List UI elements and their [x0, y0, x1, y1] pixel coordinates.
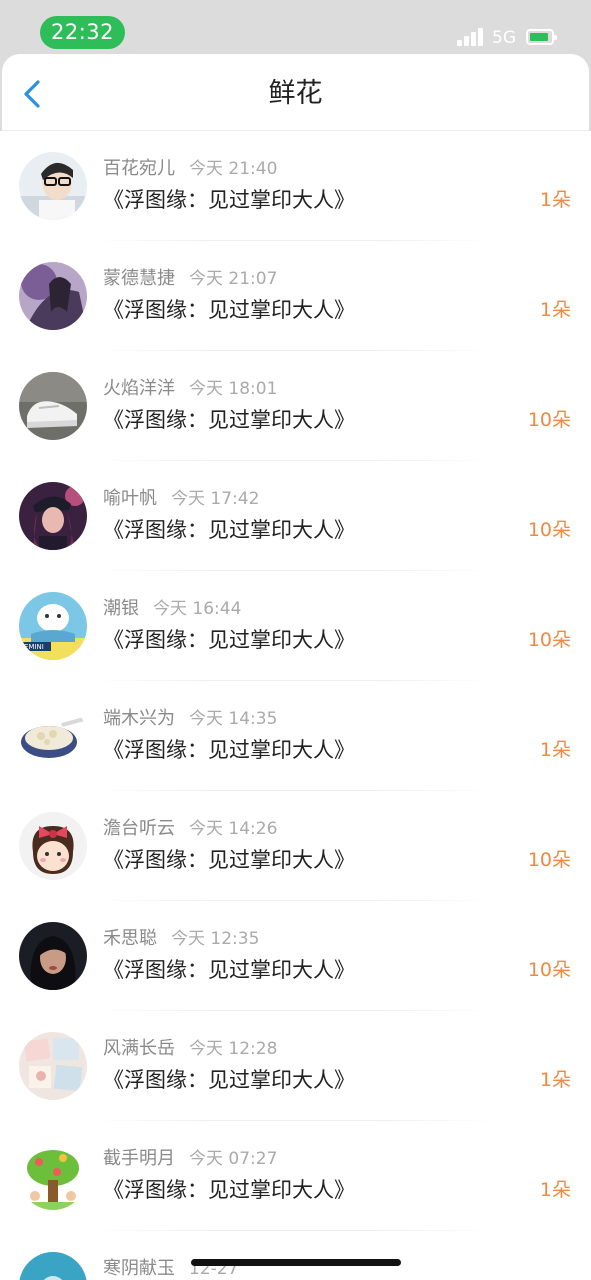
- photos-collage-avatar-icon[interactable]: [19, 1032, 87, 1100]
- list-item[interactable]: 寒阴献玉 12-27: [0, 1231, 591, 1280]
- status-time: 22:32: [40, 16, 125, 49]
- signal-icon: [457, 28, 485, 46]
- flower-amount: 1朵: [539, 299, 571, 321]
- navigation-bar: 鲜花: [2, 54, 589, 131]
- gemini-cartoon-avatar-icon[interactable]: EMINI: [19, 592, 87, 660]
- list-item[interactable]: 蒙德慧捷 今天 21:07 《浮图缘：见过掌印大人》 1朵: [0, 241, 591, 351]
- flower-amount: 1朵: [539, 739, 571, 761]
- list-item[interactable]: 火焰洋洋 今天 18:01 《浮图缘：见过掌印大人》 10朵: [0, 351, 591, 461]
- food-bowl-avatar-icon[interactable]: [19, 702, 87, 770]
- flower-amount: 10朵: [527, 519, 571, 541]
- timestamp: 今天 16:44: [153, 599, 242, 619]
- man-glasses-avatar-icon[interactable]: [19, 152, 87, 220]
- user-name[interactable]: 风满长岳 今天 12:28: [103, 1037, 277, 1061]
- list-item[interactable]: 澹台听云 今天 14:26 《浮图缘：见过掌印大人》 10朵: [0, 791, 591, 901]
- book-title: 《浮图缘：见过掌印大人》: [103, 188, 355, 212]
- book-title: 《浮图缘：见过掌印大人》: [103, 518, 355, 542]
- network-label: 5G: [492, 28, 516, 48]
- book-title: 《浮图缘：见过掌印大人》: [103, 1178, 355, 1202]
- flower-amount: 1朵: [539, 1069, 571, 1091]
- flower-amount: 10朵: [527, 409, 571, 431]
- timestamp: 今天 17:42: [171, 489, 260, 509]
- flower-amount: 10朵: [527, 959, 571, 981]
- list-item[interactable]: EMINI 潮银 今天 16:44 《浮图缘：见过掌印大人》 10朵: [0, 571, 591, 681]
- flower-amount: 1朵: [539, 1179, 571, 1201]
- teal-avatar-icon[interactable]: [19, 1252, 87, 1280]
- timestamp: 今天 14:35: [189, 709, 278, 729]
- user-name[interactable]: 澹台听云 今天 14:26: [103, 817, 277, 841]
- user-name[interactable]: 潮银 今天 16:44: [103, 597, 241, 621]
- list-item[interactable]: 百花宛儿 今天 21:40 《浮图缘：见过掌印大人》 1朵: [0, 131, 591, 241]
- user-name[interactable]: 百花宛儿 今天 21:40: [103, 157, 277, 181]
- flower-records-list[interactable]: 百花宛儿 今天 21:40 《浮图缘：见过掌印大人》 1朵 蒙德慧捷 今天 21:0…: [0, 131, 591, 1280]
- list-item[interactable]: 风满长岳 今天 12:28 《浮图缘：见过掌印大人》 1朵: [0, 1011, 591, 1121]
- girl-portrait-avatar-icon[interactable]: [19, 922, 87, 990]
- girl-cap-avatar-icon[interactable]: [19, 482, 87, 550]
- user-name[interactable]: 截手明月 今天 07:27: [103, 1147, 277, 1171]
- sneakers-avatar-icon[interactable]: [19, 372, 87, 440]
- flower-amount: 1朵: [539, 189, 571, 211]
- book-title: 《浮图缘：见过掌印大人》: [103, 958, 355, 982]
- flower-amount: 10朵: [527, 849, 571, 871]
- list-item[interactable]: 喻叶帆 今天 17:42 《浮图缘：见过掌印大人》 10朵: [0, 461, 591, 571]
- book-title: 《浮图缘：见过掌印大人》: [103, 738, 355, 762]
- bow-girl-cartoon-avatar-icon[interactable]: [19, 812, 87, 880]
- book-title: 《浮图缘：见过掌印大人》: [103, 628, 355, 652]
- user-name[interactable]: 喻叶帆 今天 17:42: [103, 487, 259, 511]
- book-title: 《浮图缘：见过掌印大人》: [103, 408, 355, 432]
- timestamp: 今天 21:40: [189, 159, 278, 179]
- user-name[interactable]: 端木兴为 今天 14:35: [103, 707, 277, 731]
- timestamp: 今天 21:07: [189, 269, 278, 289]
- list-item[interactable]: 端木兴为 今天 14:35 《浮图缘：见过掌印大人》 1朵: [0, 681, 591, 791]
- user-name[interactable]: 火焰洋洋 今天 18:01: [103, 377, 277, 401]
- tree-cartoon-avatar-icon[interactable]: [19, 1142, 87, 1210]
- book-title: 《浮图缘：见过掌印大人》: [103, 848, 355, 872]
- list-item[interactable]: 禾思聪 今天 12:35 《浮图缘：见过掌印大人》 10朵: [0, 901, 591, 1011]
- list-item[interactable]: 截手明月 今天 07:27 《浮图缘：见过掌印大人》 1朵: [0, 1121, 591, 1231]
- page-title: 鲜花: [268, 78, 323, 109]
- battery-icon: [526, 29, 557, 45]
- timestamp: 今天 12:35: [171, 929, 260, 949]
- timestamp: 今天 18:01: [189, 379, 278, 399]
- timestamp: 今天 07:27: [189, 1149, 278, 1169]
- book-title: 《浮图缘：见过掌印大人》: [103, 1068, 355, 1092]
- timestamp: 今天 14:26: [189, 819, 278, 839]
- book-title: 《浮图缘：见过掌印大人》: [103, 298, 355, 322]
- home-indicator[interactable]: [191, 1259, 401, 1266]
- user-name[interactable]: 禾思聪 今天 12:35: [103, 927, 259, 951]
- status-bar: 22:32 5G: [0, 0, 591, 56]
- ink-art-avatar-icon[interactable]: [19, 262, 87, 330]
- svg-text:EMINI: EMINI: [24, 643, 44, 651]
- flower-amount: 10朵: [527, 629, 571, 651]
- user-name[interactable]: 蒙德慧捷 今天 21:07: [103, 267, 277, 291]
- timestamp: 今天 12:28: [189, 1039, 278, 1059]
